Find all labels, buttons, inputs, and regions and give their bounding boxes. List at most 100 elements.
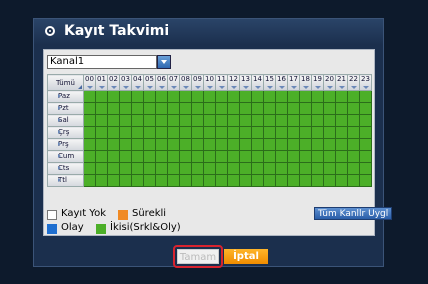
schedule-cell[interactable] bbox=[311, 162, 324, 175]
schedule-cell[interactable] bbox=[251, 174, 264, 187]
schedule-cell[interactable] bbox=[119, 126, 132, 139]
schedule-cell[interactable] bbox=[167, 150, 180, 163]
schedule-cell[interactable] bbox=[251, 90, 264, 103]
hour-header-15[interactable]: 15 bbox=[263, 74, 276, 91]
schedule-cell[interactable] bbox=[275, 174, 288, 187]
schedule-cell[interactable] bbox=[155, 150, 168, 163]
schedule-cell[interactable] bbox=[83, 174, 96, 187]
day-header-1[interactable]: Pzt bbox=[47, 102, 84, 115]
hour-header-17[interactable]: 17 bbox=[287, 74, 300, 91]
schedule-cell[interactable] bbox=[311, 174, 324, 187]
select-all-cell[interactable]: Tümü bbox=[47, 74, 84, 91]
hour-header-14[interactable]: 14 bbox=[251, 74, 264, 91]
schedule-cell[interactable] bbox=[215, 102, 228, 115]
hour-header-09[interactable]: 09 bbox=[191, 74, 204, 91]
schedule-cell[interactable] bbox=[95, 102, 108, 115]
hour-header-01[interactable]: 01 bbox=[95, 74, 108, 91]
schedule-cell[interactable] bbox=[239, 114, 252, 127]
schedule-cell[interactable] bbox=[215, 126, 228, 139]
schedule-cell[interactable] bbox=[119, 114, 132, 127]
schedule-cell[interactable] bbox=[263, 126, 276, 139]
schedule-cell[interactable] bbox=[335, 162, 348, 175]
schedule-cell[interactable] bbox=[275, 102, 288, 115]
day-header-7[interactable]: Ttl bbox=[47, 174, 84, 187]
schedule-cell[interactable] bbox=[239, 162, 252, 175]
hour-header-11[interactable]: 11 bbox=[215, 74, 228, 91]
schedule-cell[interactable] bbox=[347, 174, 360, 187]
schedule-cell[interactable] bbox=[239, 150, 252, 163]
schedule-cell[interactable] bbox=[203, 114, 216, 127]
schedule-cell[interactable] bbox=[227, 90, 240, 103]
schedule-cell[interactable] bbox=[203, 162, 216, 175]
schedule-cell[interactable] bbox=[239, 102, 252, 115]
schedule-cell[interactable] bbox=[95, 138, 108, 151]
schedule-cell[interactable] bbox=[299, 162, 312, 175]
schedule-cell[interactable] bbox=[215, 162, 228, 175]
schedule-cell[interactable] bbox=[203, 90, 216, 103]
schedule-cell[interactable] bbox=[335, 150, 348, 163]
schedule-cell[interactable] bbox=[143, 126, 156, 139]
hour-header-06[interactable]: 06 bbox=[155, 74, 168, 91]
schedule-cell[interactable] bbox=[119, 102, 132, 115]
schedule-cell[interactable] bbox=[107, 114, 120, 127]
apply-all-channels-button[interactable]: Tüm Kanllr Uygl bbox=[314, 207, 393, 220]
schedule-cell[interactable] bbox=[335, 90, 348, 103]
hour-header-16[interactable]: 16 bbox=[275, 74, 288, 91]
schedule-cell[interactable] bbox=[107, 150, 120, 163]
schedule-cell[interactable] bbox=[311, 138, 324, 151]
schedule-cell[interactable] bbox=[143, 162, 156, 175]
schedule-cell[interactable] bbox=[335, 114, 348, 127]
schedule-cell[interactable] bbox=[359, 162, 372, 175]
schedule-cell[interactable] bbox=[215, 114, 228, 127]
schedule-cell[interactable] bbox=[179, 90, 192, 103]
schedule-cell[interactable] bbox=[323, 162, 336, 175]
schedule-cell[interactable] bbox=[311, 90, 324, 103]
schedule-cell[interactable] bbox=[263, 114, 276, 127]
schedule-cell[interactable] bbox=[299, 114, 312, 127]
schedule-cell[interactable] bbox=[203, 126, 216, 139]
schedule-cell[interactable] bbox=[203, 174, 216, 187]
schedule-cell[interactable] bbox=[299, 102, 312, 115]
schedule-cell[interactable] bbox=[191, 150, 204, 163]
schedule-cell[interactable] bbox=[263, 138, 276, 151]
schedule-cell[interactable] bbox=[167, 114, 180, 127]
schedule-cell[interactable] bbox=[359, 102, 372, 115]
schedule-cell[interactable] bbox=[299, 126, 312, 139]
schedule-cell[interactable] bbox=[347, 102, 360, 115]
schedule-cell[interactable] bbox=[359, 174, 372, 187]
schedule-cell[interactable] bbox=[239, 174, 252, 187]
schedule-cell[interactable] bbox=[131, 126, 144, 139]
schedule-cell[interactable] bbox=[95, 114, 108, 127]
schedule-cell[interactable] bbox=[179, 162, 192, 175]
schedule-cell[interactable] bbox=[107, 102, 120, 115]
hour-header-08[interactable]: 08 bbox=[179, 74, 192, 91]
schedule-cell[interactable] bbox=[215, 90, 228, 103]
schedule-cell[interactable] bbox=[347, 126, 360, 139]
schedule-cell[interactable] bbox=[227, 174, 240, 187]
schedule-cell[interactable] bbox=[335, 138, 348, 151]
schedule-cell[interactable] bbox=[83, 102, 96, 115]
schedule-cell[interactable] bbox=[287, 138, 300, 151]
day-header-6[interactable]: Cts bbox=[47, 162, 84, 175]
schedule-cell[interactable] bbox=[287, 162, 300, 175]
schedule-cell[interactable] bbox=[131, 174, 144, 187]
schedule-cell[interactable] bbox=[215, 138, 228, 151]
schedule-cell[interactable] bbox=[263, 162, 276, 175]
schedule-cell[interactable] bbox=[227, 126, 240, 139]
schedule-cell[interactable] bbox=[335, 174, 348, 187]
schedule-cell[interactable] bbox=[155, 162, 168, 175]
schedule-cell[interactable] bbox=[119, 150, 132, 163]
schedule-cell[interactable] bbox=[155, 126, 168, 139]
hour-header-23[interactable]: 23 bbox=[359, 74, 372, 91]
chevron-down-icon[interactable] bbox=[157, 55, 171, 69]
schedule-cell[interactable] bbox=[287, 114, 300, 127]
schedule-cell[interactable] bbox=[347, 90, 360, 103]
schedule-cell[interactable] bbox=[263, 90, 276, 103]
hour-header-02[interactable]: 02 bbox=[107, 74, 120, 91]
day-header-3[interactable]: Çrş bbox=[47, 126, 84, 139]
schedule-cell[interactable] bbox=[287, 102, 300, 115]
schedule-cell[interactable] bbox=[251, 138, 264, 151]
schedule-cell[interactable] bbox=[107, 174, 120, 187]
hour-header-20[interactable]: 20 bbox=[323, 74, 336, 91]
schedule-cell[interactable] bbox=[83, 150, 96, 163]
